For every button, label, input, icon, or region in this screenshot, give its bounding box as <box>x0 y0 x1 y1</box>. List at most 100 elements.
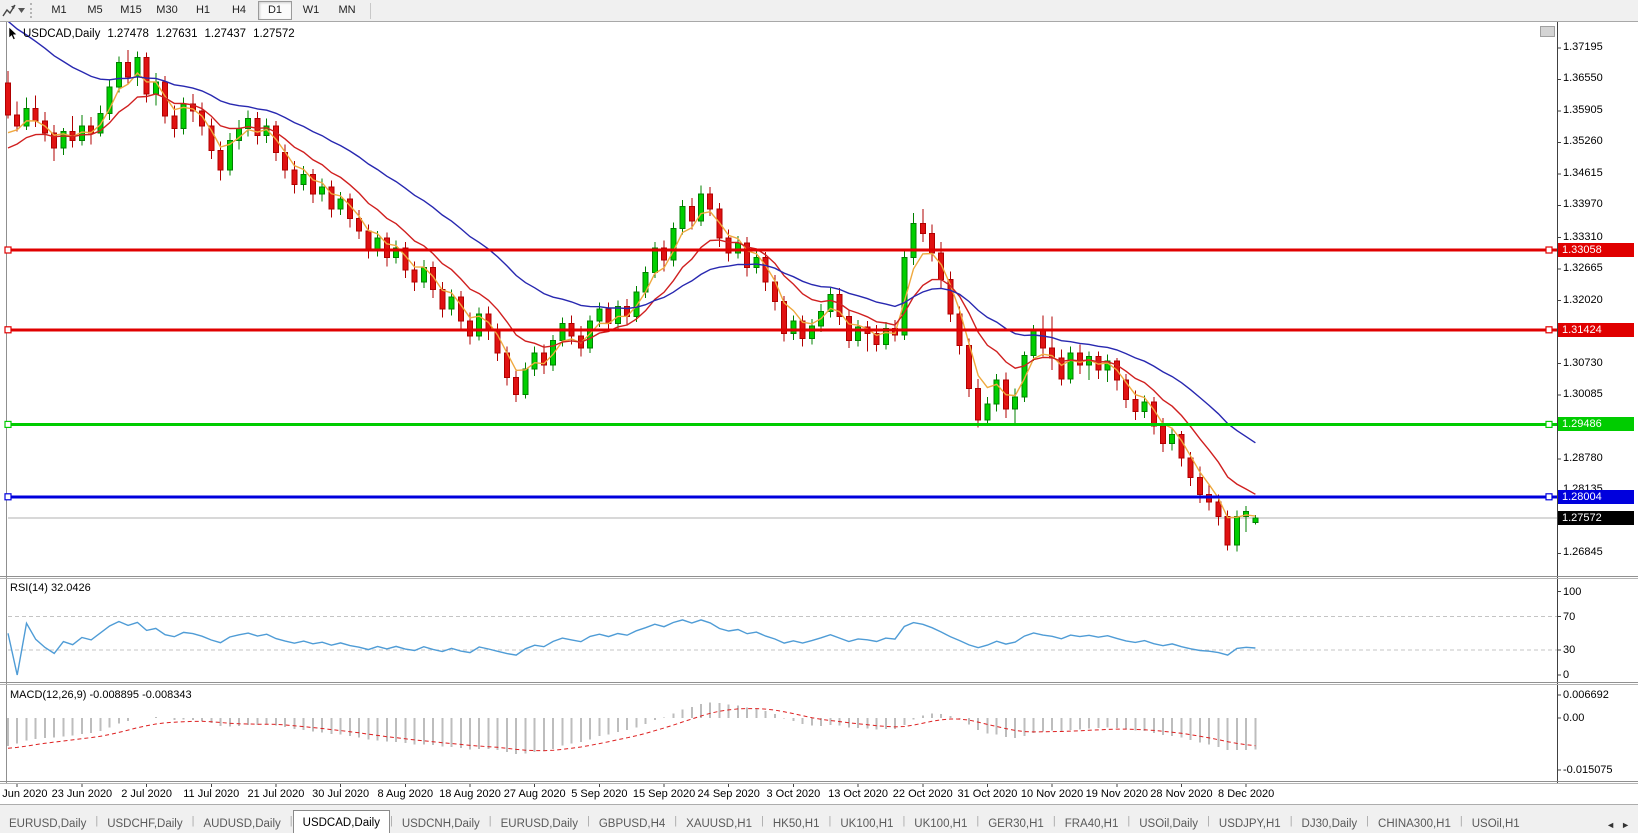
price-tick-label: 1.36550 <box>1563 72 1603 84</box>
chart-tab-usdcnh-daily[interactable]: USDCNH,Daily <box>393 814 489 833</box>
price-tick-label: 1.33310 <box>1563 231 1603 243</box>
chart-tab-uk100-h1[interactable]: UK100,H1 <box>831 814 902 833</box>
macd-scale-label: 0.00 <box>1563 712 1584 724</box>
mt4-window: M1M5M15M30H1H4D1W1MN USDCAD,Daily 1.2747… <box>0 0 1638 833</box>
quote-open: 1.27478 <box>107 28 149 40</box>
chart-tab-uk100-h1[interactable]: UK100,H1 <box>905 814 976 833</box>
timeframe-button-h1[interactable]: H1 <box>186 1 220 20</box>
chart-svg <box>0 21 1638 804</box>
timeframe-button-m5[interactable]: M5 <box>78 1 112 20</box>
timeframe-button-w1[interactable]: W1 <box>294 1 328 20</box>
rsi-indicator-label: RSI(14) 32.0426 <box>10 582 91 594</box>
quote-low: 1.27437 <box>204 28 246 40</box>
date-tick-label: 18 Aug 2020 <box>439 788 501 800</box>
chart-shift-marker[interactable] <box>1540 26 1555 37</box>
chart-tab-eurusd-daily[interactable]: EURUSD,Daily <box>492 814 587 833</box>
chevron-down-icon <box>18 8 25 13</box>
chart-tabs: EURUSD,Daily|USDCHF,Daily|AUDUSD,Daily|U… <box>0 808 1602 833</box>
rsi-line <box>8 620 1255 675</box>
date-tick-label: 8 Dec 2020 <box>1218 788 1274 800</box>
chart-canvas[interactable]: USDCAD,Daily 1.27478 1.27631 1.27437 1.2… <box>0 21 1638 804</box>
rsi-scale-label: 0 <box>1563 669 1569 681</box>
price-tick-label: 1.34615 <box>1563 167 1603 179</box>
timeframe-button-m1[interactable]: M1 <box>42 1 76 20</box>
ma-medium-line <box>8 94 1255 494</box>
date-tick-label: 2 Jul 2020 <box>121 788 172 800</box>
ma-slow-line <box>8 21 1255 443</box>
timeframe-button-h4[interactable]: H4 <box>222 1 256 20</box>
price-tick-label: 1.26845 <box>1563 546 1603 558</box>
price-tick-label: 1.32020 <box>1563 294 1603 306</box>
cursor-tool-button[interactable] <box>0 1 26 20</box>
date-tick-label: 13 Jun 2020 <box>0 788 48 800</box>
current-price-label: 1.27572 <box>1558 511 1634 525</box>
time-axis-ticks <box>17 784 1246 787</box>
toolbar-grip <box>30 3 37 18</box>
chart-tab-eurusd-daily[interactable]: EURUSD,Daily <box>0 814 95 833</box>
macd-scale-label: 0.006692 <box>1563 689 1609 701</box>
date-tick-label: 22 Oct 2020 <box>893 788 953 800</box>
price-tick-label: 1.28780 <box>1563 452 1603 464</box>
date-tick-label: 31 Oct 2020 <box>957 788 1017 800</box>
macd-scale-label: -0.015075 <box>1563 764 1613 776</box>
timeframe-button-mn[interactable]: MN <box>330 1 364 20</box>
chart-tab-usoil-h1[interactable]: USOil,H1 <box>1463 814 1529 833</box>
date-tick-label: 28 Nov 2020 <box>1150 788 1212 800</box>
timeframe-buttons: M1M5M15M30H1H4D1W1MN <box>41 1 365 20</box>
date-tick-label: 21 Jul 2020 <box>248 788 305 800</box>
timeframe-button-d1[interactable]: D1 <box>258 1 292 20</box>
tab-scroll-right-icon[interactable]: ► <box>1621 820 1630 830</box>
cursor-tool-icon <box>2 4 16 18</box>
macd-signal-value: -0.008343 <box>142 689 192 701</box>
chart-tab-bar: EURUSD,Daily|USDCHF,Daily|AUDUSD,Daily|U… <box>0 804 1638 833</box>
chart-tab-xauusd-h1[interactable]: XAUUSD,H1 <box>677 814 761 833</box>
macd-signal-line <box>8 709 1255 751</box>
price-tick-label: 1.37195 <box>1563 41 1603 53</box>
rsi-layer <box>8 617 1557 675</box>
date-tick-label: 30 Jul 2020 <box>312 788 369 800</box>
chart-tab-fra40-h1[interactable]: FRA40,H1 <box>1056 814 1128 833</box>
chart-tab-gbpusd-h4[interactable]: GBPUSD,H4 <box>590 814 674 833</box>
date-tick-label: 15 Sep 2020 <box>633 788 695 800</box>
quote-high: 1.27631 <box>156 28 198 40</box>
macd-indicator-label: MACD(12,26,9) -0.008895 -0.008343 <box>10 689 192 701</box>
rsi-scale-label: 100 <box>1563 586 1581 598</box>
chart-title: USDCAD,Daily 1.27478 1.27631 1.27437 1.2… <box>8 27 295 41</box>
date-tick-label: 23 Jun 2020 <box>52 788 113 800</box>
chart-tab-china300-h1[interactable]: CHINA300,H1 <box>1369 814 1460 833</box>
timeframe-button-m30[interactable]: M30 <box>150 1 184 20</box>
timeframe-toolbar: M1M5M15M30H1H4D1W1MN <box>0 0 1638 22</box>
date-tick-label: 24 Sep 2020 <box>698 788 760 800</box>
level-price-label: 1.29486 <box>1558 417 1634 431</box>
date-tick-label: 8 Aug 2020 <box>377 788 433 800</box>
timeframe-button-m15[interactable]: M15 <box>114 1 148 20</box>
chart-tab-hk50-h1[interactable]: HK50,H1 <box>764 814 829 833</box>
chart-tab-usdcad-daily[interactable]: USDCAD,Daily <box>293 810 390 833</box>
price-tick-label: 1.32665 <box>1563 262 1603 274</box>
chart-tab-usdjpy-h1[interactable]: USDJPY,H1 <box>1210 814 1290 833</box>
tab-scroll-left-icon[interactable]: ◄ <box>1606 820 1615 830</box>
rsi-scale-label: 30 <box>1563 644 1575 656</box>
chart-tab-audusd-daily[interactable]: AUDUSD,Daily <box>194 814 289 833</box>
rsi-value: 32.0426 <box>51 582 91 594</box>
ma-fast-line <box>8 73 1255 518</box>
level-price-label: 1.33058 <box>1558 243 1634 257</box>
level-lines-layer <box>5 247 1557 500</box>
chart-tab-ger30-h1[interactable]: GER30,H1 <box>979 814 1053 833</box>
chart-tab-dj30-daily[interactable]: DJ30,Daily <box>1293 814 1367 833</box>
price-tick-label: 1.35905 <box>1563 104 1603 116</box>
macd-layer <box>8 702 1255 754</box>
price-tick-label: 1.30085 <box>1563 388 1603 400</box>
rsi-scale-label: 70 <box>1563 611 1575 623</box>
price-tick-label: 1.33970 <box>1563 198 1603 210</box>
chart-tab-usoil-daily[interactable]: USOil,Daily <box>1130 814 1207 833</box>
macd-value: -0.008895 <box>89 689 139 701</box>
quote-close: 1.27572 <box>253 28 295 40</box>
moving-averages-layer <box>8 21 1255 518</box>
price-tick-label: 1.35260 <box>1563 135 1603 147</box>
date-tick-label: 11 Jul 2020 <box>183 788 239 800</box>
chart-tab-usdchf-daily[interactable]: USDCHF,Daily <box>98 814 191 833</box>
mouse-cursor-icon <box>8 27 19 41</box>
candles-layer <box>6 50 1258 551</box>
level-price-label: 1.28004 <box>1558 490 1634 504</box>
